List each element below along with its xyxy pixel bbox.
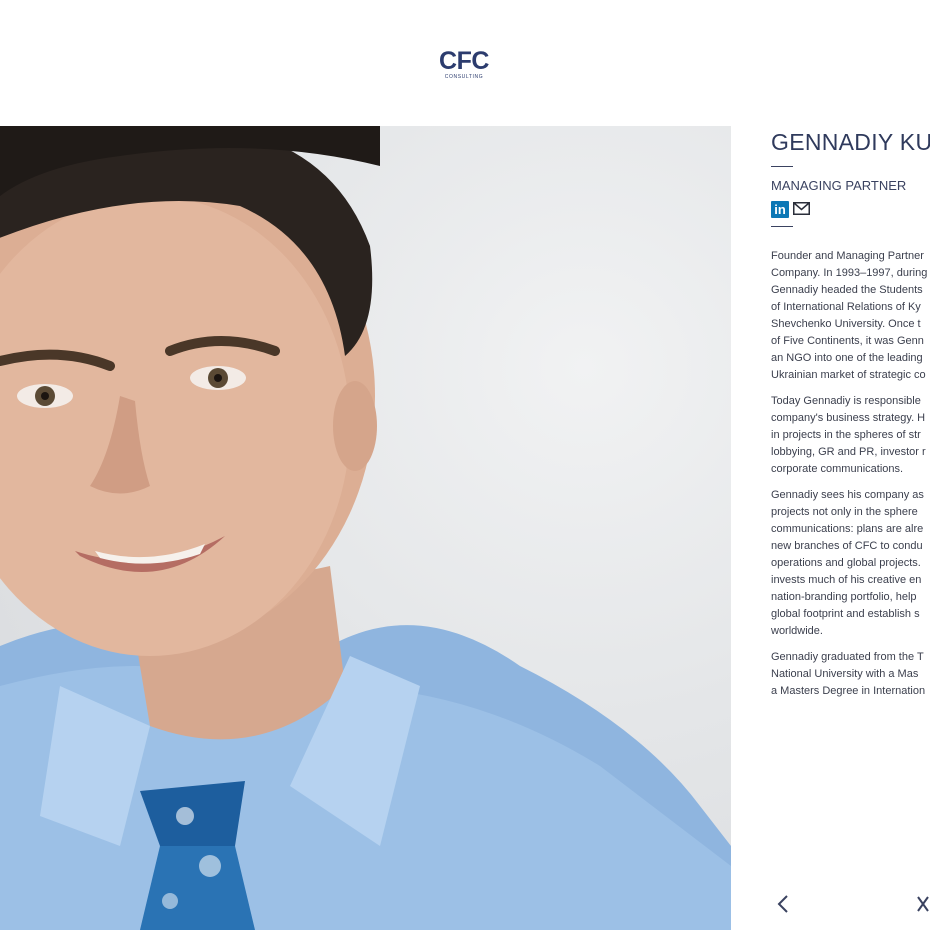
bio-line: Gennadiy headed the Students (771, 284, 923, 296)
bio-line: of International Relations of Ky (771, 301, 921, 313)
bio-line: corporate communications. (771, 463, 904, 475)
logo-mark: CFC (439, 47, 489, 75)
bio-line: invests much of his creative en (771, 574, 922, 586)
bio-line: worldwide. (771, 625, 823, 637)
bio-line: projects not only in the sphere (771, 506, 918, 518)
bio-line: a Masters Degree in Internation (771, 685, 926, 697)
site-header: CFC CONSULTING (0, 0, 930, 126)
bio-line: National University with a Mas (771, 668, 919, 680)
bio-line: operations and global projects. (771, 557, 921, 569)
divider (771, 166, 793, 167)
bio-line: Today Gennadiy is responsible (771, 395, 921, 407)
bio-line: Gennadiy sees his company as (771, 489, 924, 501)
bio-line: of Five Continents, it was Genn (771, 335, 924, 347)
bio-paragraph: Today Gennadiy is responsible company's … (771, 393, 930, 478)
bio-line: Founder and Managing Partner (771, 250, 924, 262)
bio-line: nation-branding portfolio, help (771, 591, 917, 603)
bio-line: lobbying, GR and PR, investor r (771, 446, 926, 458)
bio-line: new branches of CFC to condu (771, 540, 923, 552)
chevron-left-icon[interactable] (776, 894, 790, 914)
close-icon[interactable] (916, 894, 930, 914)
bio-line: company's business strategy. H (771, 412, 926, 424)
bio-line: Gennadiy graduated from the T (771, 651, 924, 663)
cfc-logo[interactable]: CFC CONSULTING (436, 48, 492, 84)
portrait-photo (0, 126, 731, 930)
bio-paragraph: Founder and Managing Partner Company. In… (771, 248, 930, 384)
divider (771, 226, 793, 227)
bio-line: Company. In 1993–1997, during (771, 267, 928, 279)
email-icon[interactable] (793, 202, 810, 215)
profile-panel: GENNADIY KUR MANAGING PARTNER in Founder… (732, 126, 930, 930)
linkedin-icon[interactable]: in (771, 201, 789, 218)
profile-name: GENNADIY KUR (771, 129, 930, 155)
bio-paragraph: Gennadiy sees his company as projects no… (771, 487, 930, 640)
profile-role: MANAGING PARTNER (771, 178, 907, 193)
bio-line: in projects in the spheres of str (771, 429, 921, 441)
bio-line: communications: plans are alre (771, 523, 924, 535)
logo-subtitle: CONSULTING (444, 74, 484, 80)
bio-line: an NGO into one of the leading (771, 352, 923, 364)
bio-line: Ukrainian market of strategic co (771, 369, 926, 381)
profile-bio: Founder and Managing Partner Company. In… (771, 248, 930, 709)
bio-line: Shevchenko University. Once t (771, 318, 921, 330)
bio-paragraph: Gennadiy graduated from the T National U… (771, 649, 930, 700)
bio-line: global footprint and establish s (771, 608, 920, 620)
